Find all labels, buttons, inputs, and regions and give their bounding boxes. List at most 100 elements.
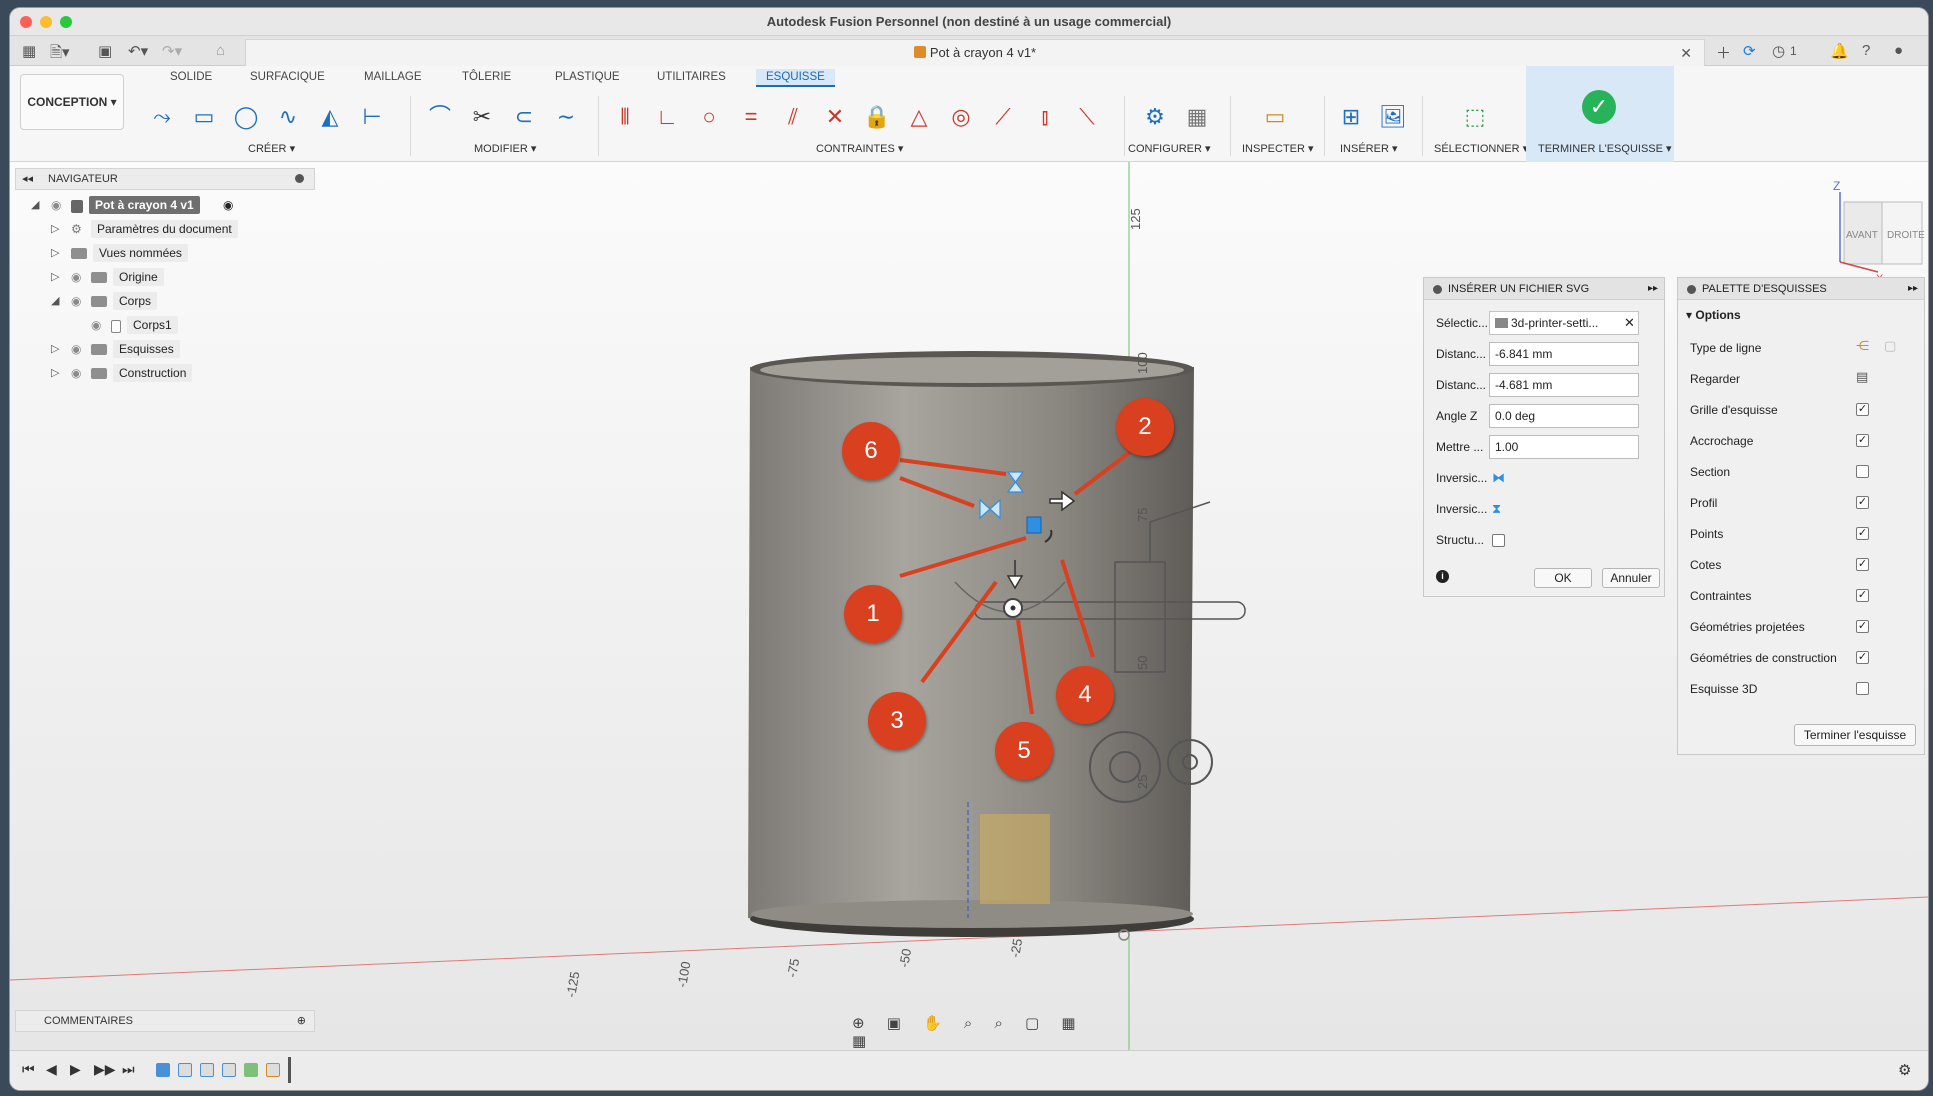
visibility-eye-icon[interactable]: ◉ (71, 361, 81, 385)
modify-menu[interactable]: MODIFIER ▾ (474, 142, 536, 155)
comments-panel[interactable]: COMMENTAIRES ⊕ (15, 1010, 315, 1032)
create-menu[interactable]: CRÉER ▾ (248, 142, 295, 155)
option-construction-geometry[interactable]: Géométries de construction (1690, 648, 1837, 668)
home-icon[interactable]: ⌂ (216, 42, 225, 59)
offset-tool-icon[interactable]: ⊂ (507, 100, 541, 134)
activate-radio-icon[interactable]: ◉ (223, 193, 233, 217)
nav-item-sketches[interactable]: ▷ ◉ Esquisses (15, 337, 315, 361)
expand-icon[interactable]: ▷ (51, 241, 59, 265)
sketch-palette-header[interactable]: PALETTE D'ESQUISSES ▸▸ (1678, 278, 1924, 300)
timeline-sketch-icon[interactable] (222, 1063, 236, 1077)
timeline-settings-gear-icon[interactable]: ⚙ (1898, 1061, 1911, 1079)
option-sketch-grid[interactable]: Grille d'esquisse (1690, 400, 1778, 420)
file-menu-icon[interactable]: 🗎▾ (50, 42, 70, 67)
option-3d-sketch[interactable]: Esquisse 3D (1690, 679, 1757, 699)
section-checkbox[interactable] (1856, 465, 1869, 478)
visibility-eye-icon[interactable]: ◉ (71, 289, 81, 313)
coincident-constraint-icon[interactable]: ⫴ (608, 100, 642, 134)
new-tab-icon[interactable]: ＋ (1716, 42, 1731, 63)
distance-y-input[interactable]: -4.681 mm (1489, 373, 1639, 397)
inspect-menu[interactable]: INSPECTER ▾ (1242, 142, 1314, 155)
timeline-sketch-icon[interactable] (178, 1063, 192, 1077)
info-icon[interactable]: i (1436, 570, 1449, 583)
timeline-feature-icon[interactable] (156, 1063, 170, 1077)
finish-sketch-button[interactable]: Terminer l'esquisse (1794, 724, 1916, 746)
line-tool-icon[interactable]: ⤳ (145, 100, 179, 134)
sketch-grid-checkbox[interactable]: ✓ (1856, 403, 1869, 416)
tab-solide[interactable]: SOLIDE (160, 69, 222, 85)
visibility-eye-icon[interactable]: ◉ (71, 337, 81, 361)
document-tab[interactable]: Pot à crayon 4 v1* ✕ (245, 39, 1705, 66)
nav-item-bodies[interactable]: ◢ ◉ Corps (15, 289, 315, 313)
option-snap[interactable]: Accrochage (1690, 431, 1753, 451)
save-icon[interactable]: ▣ (98, 42, 112, 60)
insert-svg-header[interactable]: INSÉRER UN FICHIER SVG ▸▸ (1424, 278, 1664, 300)
insert-image-icon[interactable]: 🖼 (1376, 100, 1410, 134)
structure-checkbox[interactable] (1492, 534, 1505, 547)
dimensions-checkbox[interactable]: ✓ (1856, 558, 1869, 571)
curvature-constraint-icon[interactable]: ⟍ (1070, 100, 1104, 134)
timeline-start-icon[interactable]: ⏮ (22, 1061, 35, 1078)
timeline-sketch-icon[interactable] (200, 1063, 214, 1077)
spline-tool-icon[interactable]: ∿ (271, 100, 305, 134)
curve-tool-icon[interactable]: ∼ (549, 100, 583, 134)
palette-collapse-icon[interactable] (1687, 285, 1696, 294)
timeline-play-icon[interactable]: ▶ (70, 1061, 81, 1078)
nav-item-root[interactable]: ◢ ◉ Pot à crayon 4 v1 ◉ (15, 193, 315, 217)
insert-menu[interactable]: INSÉRER ▾ (1340, 142, 1397, 155)
job-status-icon[interactable]: ◷ (1772, 42, 1785, 60)
projected-geometry-checkbox[interactable]: ✓ (1856, 620, 1869, 633)
close-window-button[interactable] (20, 16, 32, 28)
ok-button[interactable]: OK (1534, 568, 1592, 588)
tab-tolerie[interactable]: TÔLERIE (452, 69, 521, 85)
flip-horizontal-icon[interactable]: ⧓ (1492, 470, 1505, 486)
nav-item-body1[interactable]: ◉ Corps1 (15, 313, 315, 337)
fix-constraint-icon[interactable]: ✕ (818, 100, 852, 134)
profile-checkbox[interactable]: ✓ (1856, 496, 1869, 509)
option-constraints[interactable]: Contraintes (1690, 586, 1751, 606)
scale-input[interactable]: 1.00 (1489, 435, 1639, 459)
3d-sketch-checkbox[interactable] (1856, 682, 1869, 695)
look-at-icon[interactable]: ▤ (1856, 369, 1868, 385)
redo-icon[interactable]: ↷▾ (162, 42, 182, 60)
expand-icon[interactable]: ▷ (51, 217, 59, 241)
finish-sketch-area[interactable]: ✓ TERMINER L'ESQUISSE ▾ (1526, 66, 1674, 162)
option-projected-geometry[interactable]: Géométries projetées (1690, 617, 1805, 637)
help-icon[interactable]: ? (1862, 42, 1870, 59)
trim-scissors-icon[interactable]: ✂ (465, 100, 499, 134)
rectangle-tool-icon[interactable]: ▭ (187, 100, 221, 134)
notifications-icon[interactable]: 🔔 (1830, 42, 1849, 60)
viewcube[interactable]: AVANT DROITE Z X (1833, 179, 1925, 285)
configure-menu[interactable]: CONFIGURER ▾ (1128, 142, 1211, 155)
dialog-collapse-icon[interactable] (1433, 285, 1442, 294)
options-section[interactable]: ▾ Options (1686, 308, 1741, 322)
table-config-icon[interactable]: ▦ (1180, 100, 1214, 134)
dimension-tool-icon[interactable]: ⊢ (355, 100, 389, 134)
close-tab-icon[interactable]: ✕ (1680, 40, 1692, 66)
circle-tool-icon[interactable]: ◯ (229, 100, 263, 134)
collapse-navigator-icon[interactable]: ◂◂ (22, 169, 33, 189)
add-comment-icon[interactable]: ⊕ (297, 1011, 306, 1031)
perpendicular-constraint-icon[interactable]: ∟ (650, 100, 684, 134)
window-select-icon[interactable]: ⬚ (1458, 100, 1492, 134)
timeline-forward-icon[interactable]: ▶▶ (94, 1061, 116, 1078)
mirror-tool-icon[interactable]: ◭ (313, 100, 347, 134)
fillet-tool-icon[interactable]: ⌒ (423, 100, 457, 134)
option-dimensions[interactable]: Cotes (1690, 555, 1721, 575)
tab-esquisse[interactable]: ESQUISSE (756, 69, 835, 87)
file-selector[interactable]: 3d-printer-setti... (1489, 311, 1639, 335)
option-profile[interactable]: Profil (1690, 493, 1717, 513)
option-points[interactable]: Points (1690, 524, 1723, 544)
navigator-header[interactable]: ◂◂ NAVIGATEUR (15, 168, 315, 190)
flip-vertical-icon[interactable]: ⧗ (1492, 501, 1501, 517)
expand-icon[interactable]: ▷ (51, 265, 59, 289)
option-section[interactable]: Section (1690, 462, 1730, 482)
parameters-icon[interactable]: ⚙ (1138, 100, 1172, 134)
timeline-back-icon[interactable]: ◀ (46, 1061, 57, 1078)
insert-derive-icon[interactable]: ⊞ (1334, 100, 1368, 134)
constraints-menu[interactable]: CONTRAINTES ▾ (816, 142, 903, 155)
account-avatar-icon[interactable]: ● (1894, 42, 1903, 59)
snap-checkbox[interactable]: ✓ (1856, 434, 1869, 447)
parallel-constraint-icon[interactable]: ⫽ (776, 100, 810, 134)
visibility-eye-icon[interactable]: ◉ (51, 193, 61, 217)
